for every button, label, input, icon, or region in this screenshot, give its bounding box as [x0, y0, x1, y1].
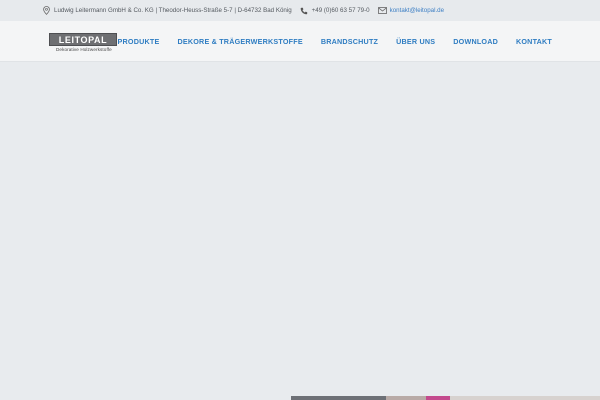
phone-text: +49 (0)60 63 57 79-0 — [311, 7, 370, 14]
preview-image-2 — [386, 396, 426, 400]
preview-image-3 — [426, 396, 450, 400]
nav-item-ueber-uns[interactable]: ÜBER UNS — [396, 37, 435, 46]
nav-item-kontakt[interactable]: KONTAKT — [516, 37, 552, 46]
preview-image-1 — [291, 396, 386, 400]
hero-area — [0, 62, 600, 400]
address-info: Ludwig Leitermann GmbH & Co. KG | Theodo… — [42, 6, 292, 15]
nav-item-produkte[interactable]: PRODUKTE — [118, 37, 160, 46]
top-info-bar: Ludwig Leitermann GmbH & Co. KG | Theodo… — [0, 0, 600, 21]
phone-info[interactable]: +49 (0)60 63 57 79-0 — [300, 6, 370, 15]
preview-image-4 — [450, 396, 600, 400]
nav-item-download[interactable]: DOWNLOAD — [453, 37, 498, 46]
main-header: LEITOPAL Dekorative Holzwerkstoffe PRODU… — [0, 21, 600, 62]
main-navigation: PRODUKTE DEKORE & TRÄGERWERKSTOFFE BRAND… — [100, 21, 552, 62]
address-text: Ludwig Leitermann GmbH & Co. KG | Theodo… — [54, 7, 292, 14]
email-info[interactable]: kontakt@leitopal.de — [377, 6, 444, 15]
mail-icon — [377, 6, 387, 15]
location-pin-icon — [42, 6, 51, 15]
phone-icon — [300, 6, 309, 15]
nav-item-brandschutz[interactable]: BRANDSCHUTZ — [321, 37, 378, 46]
nav-item-dekore[interactable]: DEKORE & TRÄGERWERKSTOFFE — [177, 37, 302, 46]
image-preview-strip — [291, 396, 600, 400]
email-link[interactable]: kontakt@leitopal.de — [390, 7, 444, 14]
